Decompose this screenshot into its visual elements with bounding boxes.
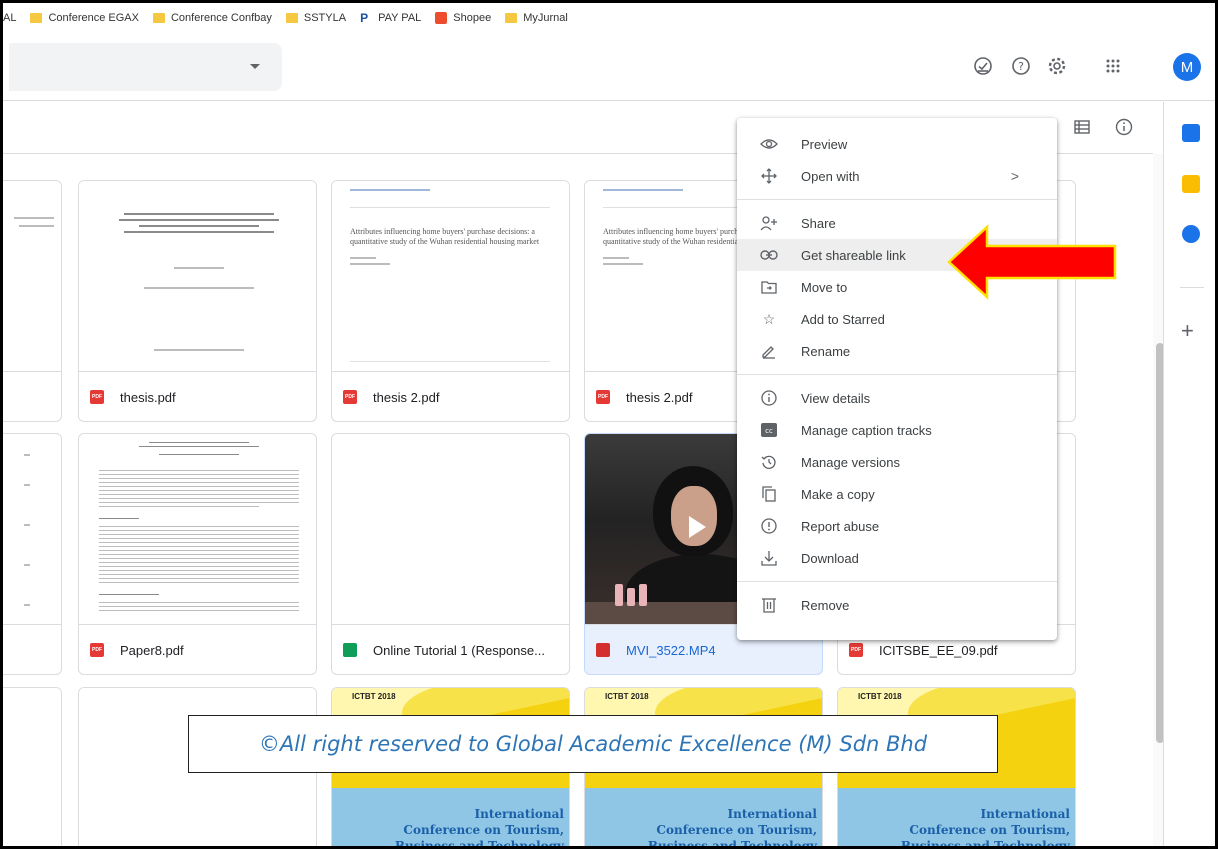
add-person-icon [759, 213, 779, 233]
bookmark-label: MyJurnal [523, 12, 568, 24]
svg-text:cc: cc [765, 427, 773, 435]
paypal-icon: P [360, 11, 369, 25]
menu-item-preview[interactable]: Preview [737, 128, 1057, 160]
drive-header: ? M [3, 33, 1215, 101]
file-card[interactable] [3, 433, 62, 675]
move-to-folder-icon [759, 277, 779, 297]
history-icon [759, 452, 779, 472]
settings-icon[interactable] [1045, 54, 1069, 78]
pdf-icon: PDF [849, 643, 863, 657]
copy-icon [759, 484, 779, 504]
avatar[interactable]: M [1173, 53, 1201, 81]
star-icon: ☆ [762, 310, 776, 327]
add-addon-icon[interactable]: + [1181, 318, 1194, 344]
bookmark-shopee[interactable]: Shopee [435, 12, 491, 24]
menu-item-open-with[interactable]: Open with > [737, 160, 1057, 192]
video-file-icon [596, 643, 610, 657]
pdf-icon: PDF [343, 390, 357, 404]
link-icon [759, 245, 779, 265]
tasks-icon[interactable] [1182, 225, 1200, 243]
info-icon [759, 388, 779, 408]
pencil-icon [759, 341, 779, 361]
file-name: PDF Paper8.pdf [90, 642, 184, 658]
menu-item-rename[interactable]: Rename [737, 335, 1057, 367]
bookmark-label: SSTYLA [303, 12, 347, 24]
file-card[interactable]: Attributes influencing home buyers' purc… [331, 180, 570, 422]
shopee-icon [435, 12, 448, 24]
file-card[interactable] [3, 180, 62, 422]
keep-icon[interactable] [1182, 175, 1200, 193]
file-thumbnail: Attributes influencing home buyers' purc… [332, 181, 569, 372]
calendar-icon[interactable] [1182, 124, 1200, 142]
apps-grid-icon[interactable] [1101, 54, 1125, 78]
file-thumbnail [79, 434, 316, 625]
folder-icon [30, 13, 43, 23]
svg-text:?: ? [1018, 60, 1024, 73]
menu-divider [737, 374, 1057, 375]
menu-divider [737, 581, 1057, 582]
screenshot-frame: AL Conference EGAX Conference Confbay SS… [0, 0, 1218, 849]
menu-item-make-a-copy[interactable]: Make a copy [737, 478, 1057, 510]
trash-icon [759, 595, 779, 615]
bookmarks-bar: AL Conference EGAX Conference Confbay SS… [3, 3, 1215, 33]
bookmark-conference-confbay[interactable]: Conference Confbay [152, 12, 272, 24]
report-icon [759, 516, 779, 536]
bookmark-conference-egax[interactable]: Conference EGAX [30, 12, 139, 24]
file-card[interactable] [3, 687, 62, 846]
file-thumbnail [332, 434, 569, 625]
file-card[interactable]: PDF Paper8.pdf [78, 433, 317, 675]
bookmark-myjurnal[interactable]: MyJurnal [505, 12, 568, 24]
side-panel-divider [1180, 287, 1204, 288]
context-menu: Preview Open with > Share Get shareable … [737, 118, 1057, 640]
bookmark-label: Shopee [453, 12, 492, 24]
side-panel: + [1163, 102, 1215, 846]
sheets-icon [343, 643, 357, 657]
file-card[interactable]: PDF thesis.pdf [78, 180, 317, 422]
bookmark-label: Conference EGAX [48, 12, 139, 24]
eye-icon [759, 134, 779, 154]
menu-item-manage-versions[interactable]: Manage versions [737, 446, 1057, 478]
file-name: PDF thesis.pdf [90, 389, 176, 405]
play-icon[interactable] [689, 516, 706, 538]
pdf-icon: PDF [90, 643, 104, 657]
offline-ready-icon[interactable] [971, 54, 995, 78]
bookmark-paypal[interactable]: P PAY PAL [360, 12, 421, 24]
menu-item-report-abuse[interactable]: Report abuse [737, 510, 1057, 542]
red-arrow-callout [947, 224, 1117, 300]
file-name: PDF thesis 2.pdf [343, 389, 440, 405]
closed-caption-icon: cc [759, 420, 779, 440]
download-icon [759, 548, 779, 568]
folder-icon [285, 13, 298, 23]
list-view-icon[interactable] [1071, 116, 1093, 138]
menu-item-remove[interactable]: Remove [737, 589, 1057, 621]
copyright-notice: ©All right reserved to Global Academic E… [188, 715, 998, 773]
chevron-right-icon: > [1010, 168, 1019, 184]
file-thumbnail [3, 434, 61, 625]
help-icon[interactable]: ? [1009, 54, 1033, 78]
file-card[interactable]: Online Tutorial 1 (Response... [331, 433, 570, 675]
file-thumbnail [3, 688, 61, 846]
move-arrows-icon [759, 166, 779, 186]
bookmark-al[interactable]: AL [3, 12, 16, 24]
folder-icon [152, 13, 165, 23]
info-icon[interactable] [1113, 116, 1135, 138]
file-name: Online Tutorial 1 (Response... [332, 625, 569, 674]
pdf-icon: PDF [596, 390, 610, 404]
pdf-icon: PDF [90, 390, 104, 404]
menu-item-download[interactable]: Download [737, 542, 1057, 574]
menu-item-manage-caption-tracks[interactable]: cc Manage caption tracks [737, 414, 1057, 446]
file-thumbnail [3, 181, 61, 372]
bookmark-label: AL [3, 12, 17, 24]
menu-item-add-to-starred[interactable]: ☆ Add to Starred [737, 303, 1057, 335]
bookmark-sstyla[interactable]: SSTYLA [285, 12, 347, 24]
file-thumbnail [79, 181, 316, 372]
menu-item-view-details[interactable]: View details [737, 382, 1057, 414]
bookmark-label: Conference Confbay [170, 12, 272, 24]
bookmark-label: PAY PAL [378, 12, 422, 24]
search-options-dropdown-icon[interactable] [250, 64, 260, 69]
menu-divider [737, 199, 1057, 200]
search-box[interactable] [9, 43, 282, 91]
folder-icon [505, 13, 518, 23]
